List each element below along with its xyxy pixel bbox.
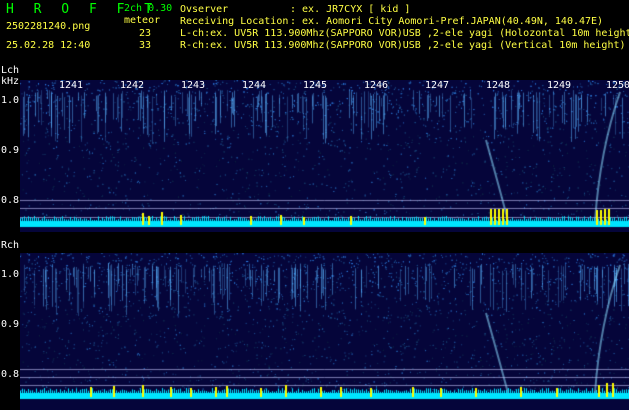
observer-label: Ovserver bbox=[180, 4, 229, 15]
meteor-count-rch: 33 bbox=[139, 40, 152, 51]
filename-label: 2502281240.png bbox=[6, 21, 91, 32]
rch-ytick-2: 0.9 bbox=[1, 319, 20, 330]
rch-ytick-3: 0.8 bbox=[1, 369, 20, 380]
meteor-label: meteor bbox=[124, 15, 161, 26]
time-tick: 1241 bbox=[59, 80, 84, 91]
time-tick: 1246 bbox=[364, 80, 389, 91]
lch-ytick-3: 0.8 bbox=[1, 195, 20, 206]
time-tick: 1245 bbox=[303, 80, 328, 91]
time-tick: 1242 bbox=[120, 80, 145, 91]
rch-spectrogram bbox=[20, 253, 629, 410]
time-tick: 1243 bbox=[181, 80, 206, 91]
time-tick: 1244 bbox=[242, 80, 267, 91]
lch-label: Lch bbox=[1, 65, 20, 76]
rch-waterfall-canvas bbox=[20, 253, 629, 410]
mode-label: 2ch 0.30 bbox=[124, 3, 173, 14]
meteor-count-lch: 23 bbox=[139, 28, 152, 39]
lch-description: L-ch:ex. UV5R 113.900Mhz(SAPPORO VOR)USB… bbox=[180, 28, 629, 39]
time-tick: 1249 bbox=[547, 80, 572, 91]
time-tick: 1247 bbox=[425, 80, 450, 91]
lch-unit: kHz bbox=[1, 76, 20, 87]
time-tick: 1248 bbox=[486, 80, 511, 91]
lch-spectrogram: 1241 1242 1243 1244 1245 1246 1247 1248 … bbox=[20, 80, 629, 232]
lch-ytick-1: 1.0 bbox=[1, 95, 20, 106]
rch-label: Rch bbox=[1, 240, 20, 251]
rch-description: R-ch:ex. UV5R 113.900Mhz(SAPPORO VOR)USB… bbox=[180, 40, 626, 51]
lch-waterfall-canvas bbox=[20, 80, 629, 232]
observer-value: : ex. JR7CYX [ kid ] bbox=[290, 4, 411, 15]
datetime-label: 25.02.28 12:40 bbox=[6, 40, 91, 51]
time-tick: 1250 bbox=[606, 80, 629, 91]
location-label: Receiving Location bbox=[180, 16, 289, 27]
lch-ytick-2: 0.9 bbox=[1, 145, 20, 156]
rch-ytick-1: 1.0 bbox=[1, 269, 20, 280]
location-value: : ex. Aomori City Aomori-Pref.JAPAN(40.4… bbox=[290, 16, 604, 27]
